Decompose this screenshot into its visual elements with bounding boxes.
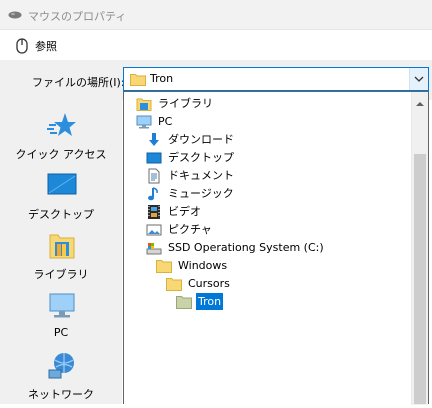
look-in-combobox[interactable]: Tron [123,67,429,91]
dialog-titlebar: 参照 [0,30,432,60]
desktop-icon [47,172,77,200]
list-item-label: PC [158,115,173,128]
list-item-label: Tron [196,293,224,310]
dialog-title: 参照 [35,40,57,53]
list-item-label: ミュージック [168,187,234,200]
document-icon [146,168,162,184]
video-film-icon [146,204,162,220]
place-pc[interactable]: PC [0,292,122,348]
list-item-label: ライブラリ [158,97,213,110]
pc-icon [136,114,152,130]
parent-window-titlebar: マウスのプロパティ [0,0,432,30]
folder-icon [166,276,182,292]
list-item-label: ダウンロード [168,133,234,146]
place-label: ライブラリ [33,268,89,281]
look-in-label: ファイルの場所(I): [32,76,125,89]
places-bar: クイック アクセス デスクトップ ライブラリ PC ネットワーク [0,100,122,404]
list-item-label: SSD Operationg System (C:) [168,241,324,254]
folder-icon [156,258,172,274]
scrollbar-thumb[interactable] [414,154,426,404]
place-label: ネットワーク [28,388,94,401]
quick-access-star-icon [47,112,77,140]
folder-icon [130,73,146,89]
parent-window-title: マウスのプロパティ [28,10,127,23]
list-item-label: ビデオ [168,205,201,218]
picture-icon [146,222,162,238]
place-desktop[interactable]: デスクトップ [0,172,122,228]
list-item-label: Cursors [188,277,230,290]
list-item-label: ドキュメント [168,169,234,182]
look-in-dropdown-list[interactable]: ライブラリ PC ダウンロード デスクトップ ドキュメント ミュージック ビデオ… [123,91,429,405]
place-libraries[interactable]: ライブラリ [0,232,122,288]
place-label: デスクトップ [28,208,94,221]
place-network[interactable]: ネットワーク [0,352,122,408]
music-note-icon [146,186,162,202]
mouse-icon [16,38,28,57]
pc-icon [47,292,77,320]
vertical-scrollbar[interactable] [411,92,428,405]
libraries-icon [136,96,152,112]
look-in-value: Tron [150,72,174,85]
dropdown-button[interactable] [409,68,428,90]
drive-icon [146,240,162,256]
folder-icon [176,294,192,310]
place-quick-access[interactable]: クイック アクセス [0,112,122,168]
list-item-label: Windows [178,259,228,272]
desktop-icon [146,150,162,166]
place-label: PC [53,326,69,339]
list-item-label: デスクトップ [168,151,234,164]
place-label: クイック アクセス [15,148,107,161]
mouse-icon [8,10,22,23]
network-icon [47,352,77,380]
scroll-up-icon[interactable] [416,96,424,109]
list-item-label: ピクチャ [168,223,212,236]
chevron-down-icon [414,76,424,82]
download-arrow-icon [146,132,162,148]
libraries-icon [47,232,77,260]
